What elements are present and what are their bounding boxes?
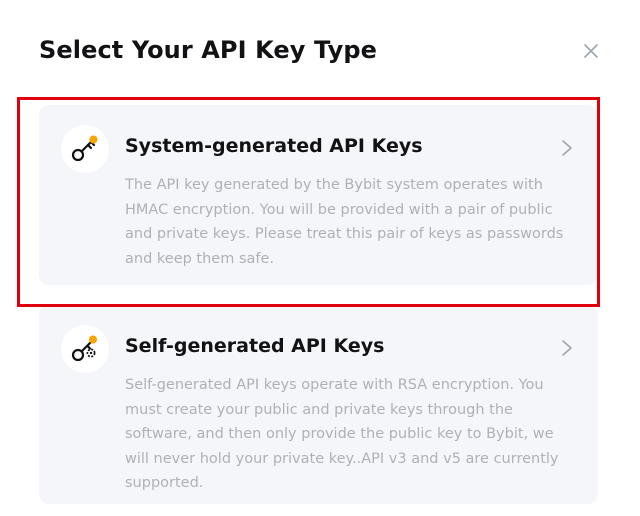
option-title: System-generated API Keys [125, 135, 423, 157]
key-gear-icon-badge [61, 325, 109, 373]
option-title: Self-generated API Keys [125, 335, 385, 357]
chevron-right-icon [559, 338, 575, 358]
close-button[interactable] [580, 40, 602, 62]
key-icon-badge [61, 125, 109, 173]
key-gear-icon [71, 335, 97, 362]
self-generated-api-keys-option[interactable]: Self-generated API Keys Self-generated A… [39, 305, 598, 504]
system-generated-api-keys-option[interactable]: System-generated API Keys The API key ge… [39, 105, 598, 285]
option-description: The API key generated by the Bybit syste… [125, 177, 564, 267]
option-description: Self-generated API keys operate with RSA… [125, 377, 559, 491]
close-icon [584, 44, 598, 58]
key-icon [71, 135, 98, 162]
api-key-type-modal: Select Your API Key Type System-generate… [0, 0, 640, 516]
modal-title: Select Your API Key Type [39, 36, 377, 64]
chevron-right-icon [559, 138, 575, 158]
